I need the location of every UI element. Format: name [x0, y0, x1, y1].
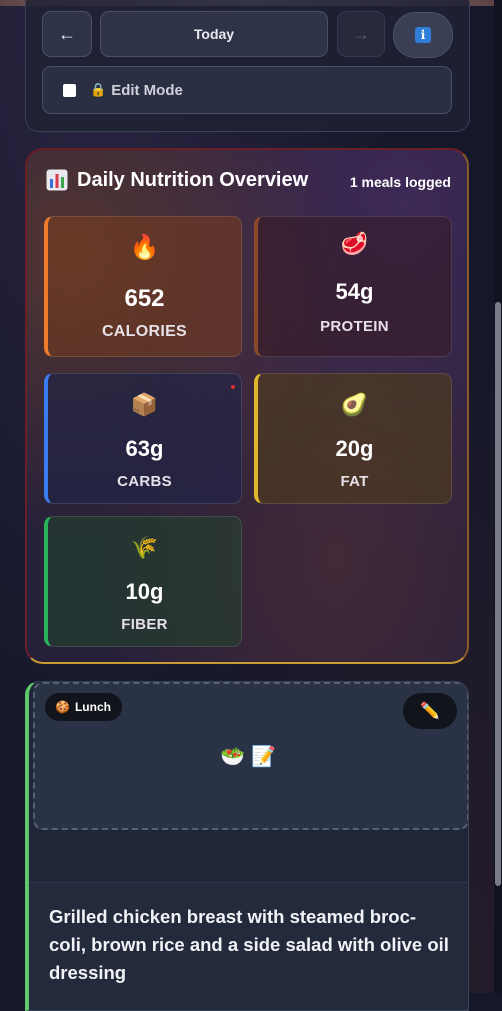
stat-calories: 🔥 652 CALORIES [44, 216, 242, 357]
calories-label: CALORIES [101, 323, 188, 340]
fat-label: FAT [340, 473, 369, 490]
meal-type-badge: 🍪 Lunch [45, 693, 122, 721]
avocado-icon: 🥑 [340, 392, 369, 417]
calories-value: 652 [124, 285, 165, 312]
scrollbar[interactable] [494, 0, 502, 993]
arrow-left-icon: ← [58, 23, 76, 44]
fiber-label: FIBER [121, 616, 168, 633]
protein-label: PROTEIN [320, 318, 389, 335]
pencil-icon: ✏️ [420, 703, 440, 720]
today-button[interactable]: Today [100, 11, 328, 57]
bar-chart-icon [46, 169, 68, 191]
protein-value: 54g [335, 279, 374, 304]
carbs-label: CARBS [117, 473, 172, 490]
stat-fiber: 🌾 10g FIBER [44, 516, 242, 647]
edit-mode-label: Edit Mode [111, 81, 183, 99]
info-icon: i [415, 27, 431, 43]
edit-mode-toggle[interactable]: 🔒 Edit Mode [42, 66, 452, 114]
edit-mode-checkbox[interactable] [63, 83, 76, 97]
next-day-button[interactable]: → [337, 11, 385, 57]
daily-nutrition-overview: Daily Nutrition Overview 1 meals logged … [25, 148, 469, 664]
stat-fat: 🥑 20g FAT [254, 373, 452, 504]
meal-card[interactable]: 🍪 Lunch ✏️ 🥗📝 Grilled chicken breast wit… [25, 681, 469, 1011]
stat-protein: 🥩 54g PROTEIN [254, 216, 452, 357]
info-button[interactable]: i [393, 12, 453, 58]
box-icon: 📦 [130, 392, 159, 417]
previous-day-button[interactable]: ← [42, 11, 92, 57]
overview-title: Daily Nutrition Overview [77, 169, 309, 191]
edit-meal-button[interactable]: ✏️ [403, 693, 457, 729]
indicator-dot [231, 385, 235, 389]
arrow-right-icon: → [352, 23, 370, 44]
meal-photo-dropzone[interactable]: 🍪 Lunch ✏️ 🥗📝 [33, 682, 468, 830]
fat-value: 20g [335, 436, 374, 461]
meat-icon: 🥩 [340, 231, 369, 256]
salad-note-icon: 🥗📝 [220, 746, 282, 768]
meal-description-section: Grilled chicken breast with steamed broc… [29, 882, 468, 1010]
meal-description: Grilled chicken breast with steamed broc… [49, 906, 449, 983]
fire-icon: 🔥 [129, 234, 160, 261]
lock-icon: 🔒 [90, 82, 107, 97]
meals-logged-count: 1 meals logged [349, 174, 451, 190]
carbs-value: 63g [125, 436, 164, 461]
today-label: Today [193, 26, 235, 42]
stat-carbs: 📦 63g CARBS [44, 373, 242, 504]
fiber-value: 10g [125, 579, 164, 604]
scrollbar-thumb[interactable] [495, 302, 501, 886]
wheat-icon: 🌾 [130, 535, 159, 560]
cookie-icon: 🍪 [55, 700, 70, 714]
meal-type-label: Lunch [74, 700, 111, 714]
